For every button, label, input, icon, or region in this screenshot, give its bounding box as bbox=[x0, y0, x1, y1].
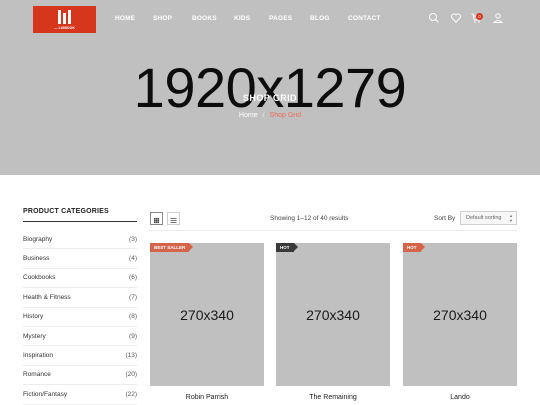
categories-divider bbox=[23, 221, 137, 222]
category-name[interactable]: Business bbox=[23, 255, 49, 262]
breadcrumb-home-link[interactable]: Home bbox=[239, 112, 258, 119]
category-item[interactable]: Fiction/Fantasy (22) bbox=[23, 385, 137, 405]
product-tag: HOT bbox=[403, 243, 424, 252]
category-name[interactable]: Biography bbox=[23, 236, 52, 243]
category-name[interactable]: Romance bbox=[23, 371, 51, 378]
category-item[interactable]: Mystery (9) bbox=[23, 327, 137, 347]
category-item[interactable]: Inspiration (13) bbox=[23, 346, 137, 366]
shop-toolbar: Showing 1–12 of 40 results Sort By Defau… bbox=[149, 209, 517, 229]
category-count: (6) bbox=[129, 274, 137, 282]
category-item[interactable]: Business (4) bbox=[23, 249, 137, 269]
breadcrumb-separator: / bbox=[262, 112, 265, 119]
category-count: (7) bbox=[129, 293, 137, 301]
nav-pages[interactable]: PAGES bbox=[269, 15, 292, 22]
category-item[interactable]: Biography (3) bbox=[23, 230, 137, 250]
category-item[interactable]: Health & Fitness (7) bbox=[23, 288, 137, 308]
grid-view-button[interactable] bbox=[150, 212, 163, 225]
category-count: (13) bbox=[125, 352, 137, 360]
toolbar-divider bbox=[149, 230, 517, 231]
category-count: (3) bbox=[129, 235, 137, 243]
category-count: (9) bbox=[129, 332, 137, 340]
logo-icon bbox=[58, 10, 72, 24]
sort-dropdown[interactable]: Default sorting ▲ ▼ bbox=[460, 211, 517, 225]
category-count: (4) bbox=[129, 255, 137, 263]
category-count: (22) bbox=[125, 390, 137, 398]
category-name[interactable]: Inspiration bbox=[23, 352, 53, 359]
list-view-button[interactable] bbox=[167, 212, 180, 225]
nav-kids[interactable]: KIDS bbox=[234, 15, 250, 22]
nav-shop[interactable]: SHOP bbox=[153, 15, 172, 22]
category-item[interactable]: Cookbooks (6) bbox=[23, 269, 137, 289]
grid-icon bbox=[154, 218, 160, 224]
category-name[interactable]: Mystery bbox=[23, 333, 46, 340]
cart-count-badge: 0 bbox=[476, 13, 483, 20]
product-image[interactable]: 270x340 bbox=[403, 243, 517, 386]
image-placeholder-text: 270x340 bbox=[306, 307, 360, 323]
category-name[interactable]: Health & Fitness bbox=[23, 294, 71, 301]
logo-text: — LIGBOOK bbox=[54, 26, 75, 30]
product-title[interactable]: Lando bbox=[403, 394, 517, 401]
image-placeholder-text: 270x340 bbox=[180, 307, 234, 323]
category-name[interactable]: Fiction/Fantasy bbox=[23, 391, 67, 398]
sort-arrows-icon: ▲ ▼ bbox=[509, 213, 513, 223]
category-count: (8) bbox=[129, 313, 137, 321]
nav-books[interactable]: BOOKS bbox=[192, 15, 217, 22]
category-name[interactable]: History bbox=[23, 313, 43, 320]
product-tag: HOT bbox=[276, 243, 297, 252]
list-icon bbox=[170, 218, 177, 223]
heart-icon[interactable] bbox=[450, 12, 462, 24]
breadcrumb: Home / Shop Grid bbox=[0, 112, 540, 119]
category-count: (20) bbox=[125, 371, 137, 379]
category-item[interactable]: Romance (20) bbox=[23, 366, 137, 386]
category-item[interactable]: History (8) bbox=[23, 308, 137, 327]
user-icon[interactable] bbox=[492, 12, 504, 24]
product-title[interactable]: Robin Parrish bbox=[150, 394, 264, 401]
page-title: SHOP GRID bbox=[243, 93, 297, 103]
categories-heading: PRODUCT CATEGORIES bbox=[23, 208, 109, 215]
image-placeholder-text: 270x340 bbox=[433, 307, 487, 323]
category-name[interactable]: Cookbooks bbox=[23, 274, 56, 281]
product-image[interactable]: 270x340 bbox=[150, 243, 264, 386]
nav-contact[interactable]: CONTACT bbox=[348, 15, 381, 22]
nav-home[interactable]: HOME bbox=[115, 15, 135, 22]
breadcrumb-current: Shop Grid bbox=[269, 112, 302, 119]
sort-label: Sort By bbox=[434, 215, 456, 222]
product-image[interactable]: 270x340 bbox=[276, 243, 390, 386]
category-list: Biography (3) Business (4) Cookbooks (6) He… bbox=[23, 230, 137, 405]
product-tag: BEST SALLER bbox=[150, 243, 194, 252]
result-count: Showing 1–12 of 40 results bbox=[270, 215, 349, 222]
sort-value: Default sorting bbox=[466, 215, 502, 221]
nav-blog[interactable]: BLOG bbox=[310, 15, 330, 22]
search-icon[interactable] bbox=[428, 12, 440, 24]
site-logo[interactable]: — LIGBOOK bbox=[33, 6, 96, 33]
product-title[interactable]: The Remaining bbox=[276, 394, 390, 401]
